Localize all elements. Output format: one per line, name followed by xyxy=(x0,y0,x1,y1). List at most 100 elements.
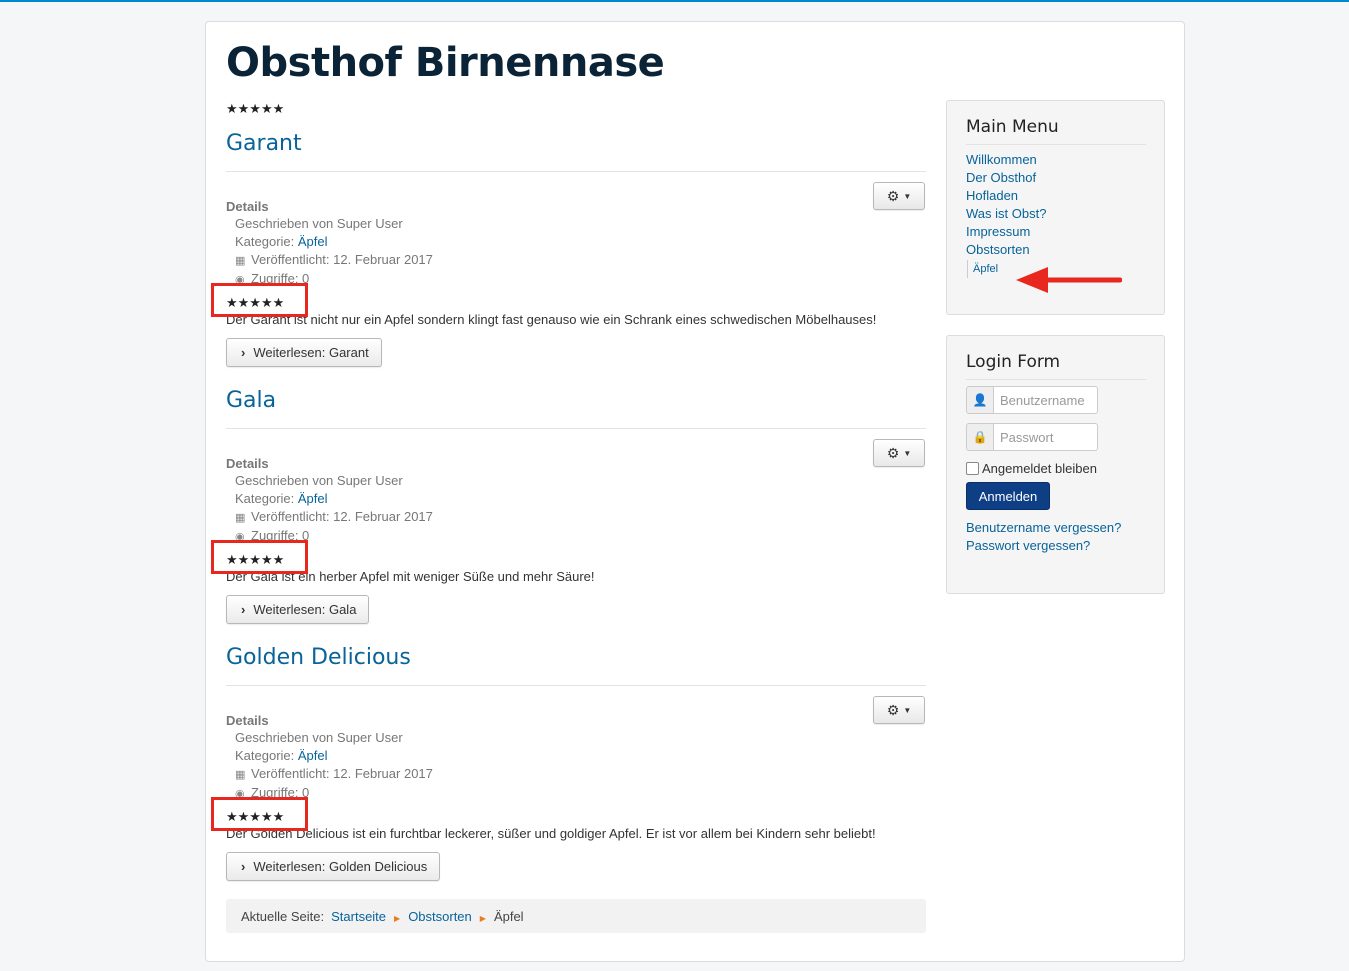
article-tools-button[interactable]: ⚙ ▼ xyxy=(873,182,925,210)
article-list: Garant ⚙ ▼ Details Geschrieben von Super … xyxy=(211,122,926,893)
category-label: Kategorie: xyxy=(235,748,298,763)
article-author: Geschrieben von Super User xyxy=(235,473,403,488)
article-published: ▦ Veröffentlicht: 12. Februar 2017 xyxy=(235,251,433,270)
article-title: Garant xyxy=(226,131,302,156)
remember-label: Angemeldet bleiben xyxy=(982,461,1097,476)
gear-icon: ⚙ xyxy=(886,444,900,461)
article-item: Gala ⚙ ▼ Details Geschrieben von Super Us… xyxy=(211,379,926,636)
menu-item-der-obsthof[interactable]: Der Obsthof xyxy=(966,170,1036,185)
article-item: Garant ⚙ ▼ Details Geschrieben von Super … xyxy=(211,122,926,379)
divider xyxy=(966,144,1146,145)
username-input[interactable] xyxy=(994,386,1098,414)
article-item: Golden Delicious ⚙ ▼ Details Geschrieben … xyxy=(211,636,926,893)
caret-down-icon: ▼ xyxy=(903,705,912,715)
readmore-button[interactable]: › Weiterlesen: Garant xyxy=(226,338,382,367)
readmore-label: Weiterlesen: Gala xyxy=(253,602,357,617)
gear-icon: ⚙ xyxy=(886,187,900,204)
article-category: Kategorie: Äpfel xyxy=(235,233,433,251)
main-menu-list: Willkommen Der Obsthof Hofladen Was ist … xyxy=(966,151,1046,278)
login-form-title: Login Form xyxy=(966,352,1061,372)
password-input[interactable] xyxy=(994,423,1098,451)
article-title-link[interactable]: Garant xyxy=(226,131,302,156)
readmore-button[interactable]: › Weiterlesen: Gala xyxy=(226,595,370,624)
article-details: Details Geschrieben von Super User Kateg… xyxy=(226,199,433,289)
login-button[interactable]: Anmelden xyxy=(966,482,1050,510)
published-date: Veröffentlicht: 12. Februar 2017 xyxy=(251,766,433,781)
published-date: Veröffentlicht: 12. Februar 2017 xyxy=(251,252,433,267)
category-label: Kategorie: xyxy=(235,491,298,506)
article-details: Details Geschrieben von Super User Kateg… xyxy=(226,456,433,546)
calendar-icon: ▦ xyxy=(235,769,246,781)
divider xyxy=(226,428,926,429)
password-group: 🔒 xyxy=(966,423,1098,451)
menu-item-was-ist-obst[interactable]: Was ist Obst? xyxy=(966,206,1046,221)
calendar-icon: ▦ xyxy=(235,255,246,267)
page-rating-stars: ★★★★★ xyxy=(226,101,285,116)
breadcrumb-label: Aktuelle Seite: xyxy=(241,908,325,924)
article-title-link[interactable]: Golden Delicious xyxy=(226,645,411,670)
article-published: ▦ Veröffentlicht: 12. Februar 2017 xyxy=(235,765,433,784)
article-author: Geschrieben von Super User xyxy=(235,216,403,231)
top-accent-line xyxy=(0,0,1349,2)
details-label: Details xyxy=(226,713,269,728)
login-form-module: Login Form 👤 🔒 Angemeldet bleiben Anmeld… xyxy=(946,335,1165,594)
menu-item-impressum[interactable]: Impressum xyxy=(966,224,1030,239)
gear-icon: ⚙ xyxy=(886,701,900,718)
breadcrumb-link-obstsorten[interactable]: Obstsorten xyxy=(408,909,472,924)
details-label: Details xyxy=(226,456,269,471)
menu-item-hofladen[interactable]: Hofladen xyxy=(966,188,1018,203)
annotation-arrow-icon xyxy=(1016,267,1122,293)
breadcrumb-separator-icon: ▶ xyxy=(394,913,401,923)
readmore-button[interactable]: › Weiterlesen: Golden Delicious xyxy=(226,852,441,881)
article-category: Kategorie: Äpfel xyxy=(235,490,433,508)
annotation-highlight-box xyxy=(211,540,308,574)
article-title: Golden Delicious xyxy=(226,645,411,670)
article-tools-button[interactable]: ⚙ ▼ xyxy=(873,439,925,467)
breadcrumb: Aktuelle Seite: Startseite ▶ Obstsorten … xyxy=(226,899,926,933)
menu-subitem-aepfel[interactable]: Äpfel xyxy=(973,263,998,275)
article-title: Gala xyxy=(226,388,276,413)
article-intro: Der Golden Delicious ist ein furchtbar l… xyxy=(226,826,876,841)
breadcrumb-separator-icon: ▶ xyxy=(479,913,486,923)
divider xyxy=(226,171,926,172)
divider xyxy=(226,685,926,686)
username-group: 👤 xyxy=(966,386,1098,414)
remember-me: Angemeldet bleiben xyxy=(966,461,1097,476)
site-title: Obsthof Birnennase xyxy=(226,40,665,86)
caret-down-icon: ▼ xyxy=(903,448,912,458)
category-label: Kategorie: xyxy=(235,234,298,249)
user-icon: 👤 xyxy=(966,386,994,414)
menu-item-obstsorten[interactable]: Obstsorten xyxy=(966,242,1030,257)
readmore-label: Weiterlesen: Garant xyxy=(253,345,369,360)
forgot-password-link[interactable]: Passwort vergessen? xyxy=(966,538,1090,553)
article-author: Geschrieben von Super User xyxy=(235,730,403,745)
remember-checkbox[interactable] xyxy=(966,462,979,475)
category-link[interactable]: Äpfel xyxy=(298,234,328,249)
chevron-right-icon: › xyxy=(241,602,246,617)
readmore-label: Weiterlesen: Golden Delicious xyxy=(253,859,428,874)
article-title-link[interactable]: Gala xyxy=(226,388,276,413)
chevron-right-icon: › xyxy=(241,859,246,874)
article-published: ▦ Veröffentlicht: 12. Februar 2017 xyxy=(235,508,433,527)
breadcrumb-link-home[interactable]: Startseite xyxy=(331,909,386,924)
article-tools-button[interactable]: ⚙ ▼ xyxy=(873,696,925,724)
annotation-highlight-box xyxy=(211,283,308,317)
breadcrumb-current: Äpfel xyxy=(493,908,524,924)
category-link[interactable]: Äpfel xyxy=(298,748,328,763)
article-intro: Der Garant ist nicht nur ein Apfel sonde… xyxy=(226,312,877,327)
article-category: Kategorie: Äpfel xyxy=(235,747,433,765)
main-menu-title: Main Menu xyxy=(966,117,1059,137)
calendar-icon: ▦ xyxy=(235,512,246,524)
menu-item-willkommen[interactable]: Willkommen xyxy=(966,152,1037,167)
lock-icon: 🔒 xyxy=(966,423,994,451)
forgot-username-link[interactable]: Benutzername vergessen? xyxy=(966,520,1121,535)
annotation-highlight-box xyxy=(211,797,308,831)
login-links: Benutzername vergessen? Passwort vergess… xyxy=(966,519,1121,555)
divider xyxy=(966,379,1146,380)
chevron-right-icon: › xyxy=(241,345,246,360)
caret-down-icon: ▼ xyxy=(903,191,912,201)
category-link[interactable]: Äpfel xyxy=(298,491,328,506)
page-container: Obsthof Birnennase ★★★★★ Garant ⚙ ▼ Detai… xyxy=(205,21,1185,962)
article-details: Details Geschrieben von Super User Kateg… xyxy=(226,713,433,803)
published-date: Veröffentlicht: 12. Februar 2017 xyxy=(251,509,433,524)
